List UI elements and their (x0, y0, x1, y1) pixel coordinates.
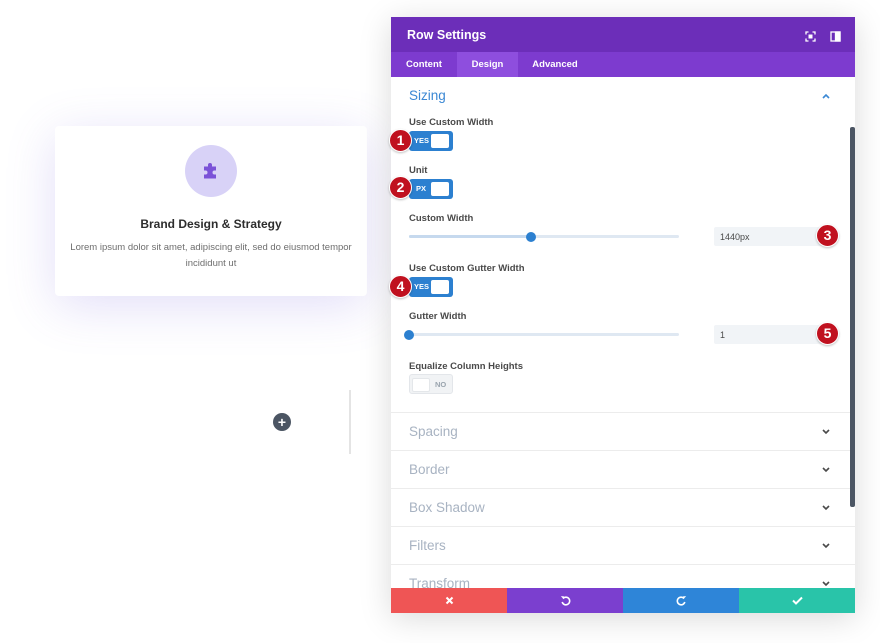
close-icon (445, 596, 453, 605)
toggle-knob (431, 182, 449, 196)
undo-icon (560, 596, 570, 606)
use-custom-width-toggle[interactable]: YES (409, 131, 453, 151)
chevron-down-icon[interactable] (821, 466, 831, 474)
use-custom-width-label: Use Custom Width (409, 117, 494, 128)
unit-toggle[interactable]: PX (409, 179, 453, 199)
custom-width-input[interactable] (714, 227, 832, 246)
unit-label: Unit (409, 165, 428, 176)
row-settings-panel: Row Settings Content Design Advanced Siz… (391, 17, 855, 613)
toggle-knob (431, 280, 449, 294)
section-sizing-title[interactable]: Sizing (409, 88, 446, 103)
toggle-state-text: NO (435, 380, 447, 389)
section-transform-title[interactable]: Transform (409, 576, 470, 588)
slider-handle[interactable] (404, 329, 414, 340)
section-divider (391, 526, 855, 527)
section-divider (391, 488, 855, 489)
section-box-shadow-title[interactable]: Box Shadow (409, 500, 485, 515)
gutter-width-slider[interactable] (404, 329, 679, 340)
puzzle-piece-icon (185, 145, 237, 197)
discard-button[interactable] (391, 588, 507, 613)
toggle-knob (412, 378, 430, 392)
step-marker-2: 2 (389, 176, 412, 199)
section-spacing-title[interactable]: Spacing (409, 424, 458, 439)
split-view-icon[interactable] (830, 29, 841, 42)
toggle-state-text: YES (414, 136, 430, 145)
equalize-heights-label: Equalize Column Heights (409, 361, 524, 372)
section-divider (391, 450, 855, 451)
card-title: Brand Design & Strategy (140, 217, 282, 231)
slider-fill (409, 235, 531, 238)
card-body-text: Lorem ipsum dolor sit amet, adipiscing e… (70, 242, 352, 269)
custom-width-label: Custom Width (409, 213, 474, 224)
section-divider (391, 564, 855, 565)
use-custom-gutter-label: Use Custom Gutter Width (409, 263, 525, 274)
check-icon (791, 596, 803, 605)
slider-handle[interactable] (525, 231, 536, 242)
step-marker-5: 5 (816, 322, 839, 345)
redo-button[interactable] (623, 588, 739, 613)
preview-card: Brand Design & Strategy Lorem ipsum dolo… (55, 126, 367, 296)
panel-content: Sizing Use Custom Width YES Unit PX Cust… (391, 77, 855, 588)
toggle-state-text: YES (414, 282, 430, 291)
chevron-down-icon[interactable] (821, 580, 831, 588)
step-marker-3: 3 (816, 224, 839, 247)
gutter-width-label: Gutter Width (409, 311, 467, 322)
save-button[interactable] (739, 588, 855, 613)
chevron-up-icon[interactable] (821, 92, 831, 100)
chevron-down-icon[interactable] (821, 504, 831, 512)
use-custom-gutter-toggle[interactable]: YES (409, 277, 453, 297)
panel-footer (391, 588, 855, 613)
fullscreen-icon[interactable] (805, 29, 816, 42)
tab-design[interactable]: Design (457, 52, 518, 77)
section-border-title[interactable]: Border (409, 462, 450, 477)
gutter-width-input[interactable] (714, 325, 832, 344)
undo-button[interactable] (507, 588, 623, 613)
panel-scrollbar[interactable] (850, 127, 855, 507)
toggle-knob (431, 134, 449, 148)
panel-header: Row Settings (391, 17, 855, 52)
panel-title: Row Settings (407, 28, 487, 42)
redo-icon (676, 596, 686, 606)
column-divider (349, 390, 351, 454)
toggle-state-text: PX (416, 184, 427, 193)
step-marker-1: 1 (389, 129, 412, 152)
section-filters-title[interactable]: Filters (409, 538, 446, 553)
chevron-down-icon[interactable] (821, 428, 831, 436)
custom-width-slider[interactable] (409, 231, 679, 242)
tab-bar: Content Design Advanced (391, 52, 855, 77)
equalize-heights-toggle[interactable]: NO (409, 374, 453, 394)
tab-content[interactable]: Content (391, 52, 457, 77)
section-divider (391, 412, 855, 413)
tab-advanced[interactable]: Advanced (518, 52, 592, 77)
step-marker-4: 4 (389, 275, 412, 298)
add-module-button[interactable]: + (273, 413, 291, 431)
chevron-down-icon[interactable] (821, 542, 831, 550)
